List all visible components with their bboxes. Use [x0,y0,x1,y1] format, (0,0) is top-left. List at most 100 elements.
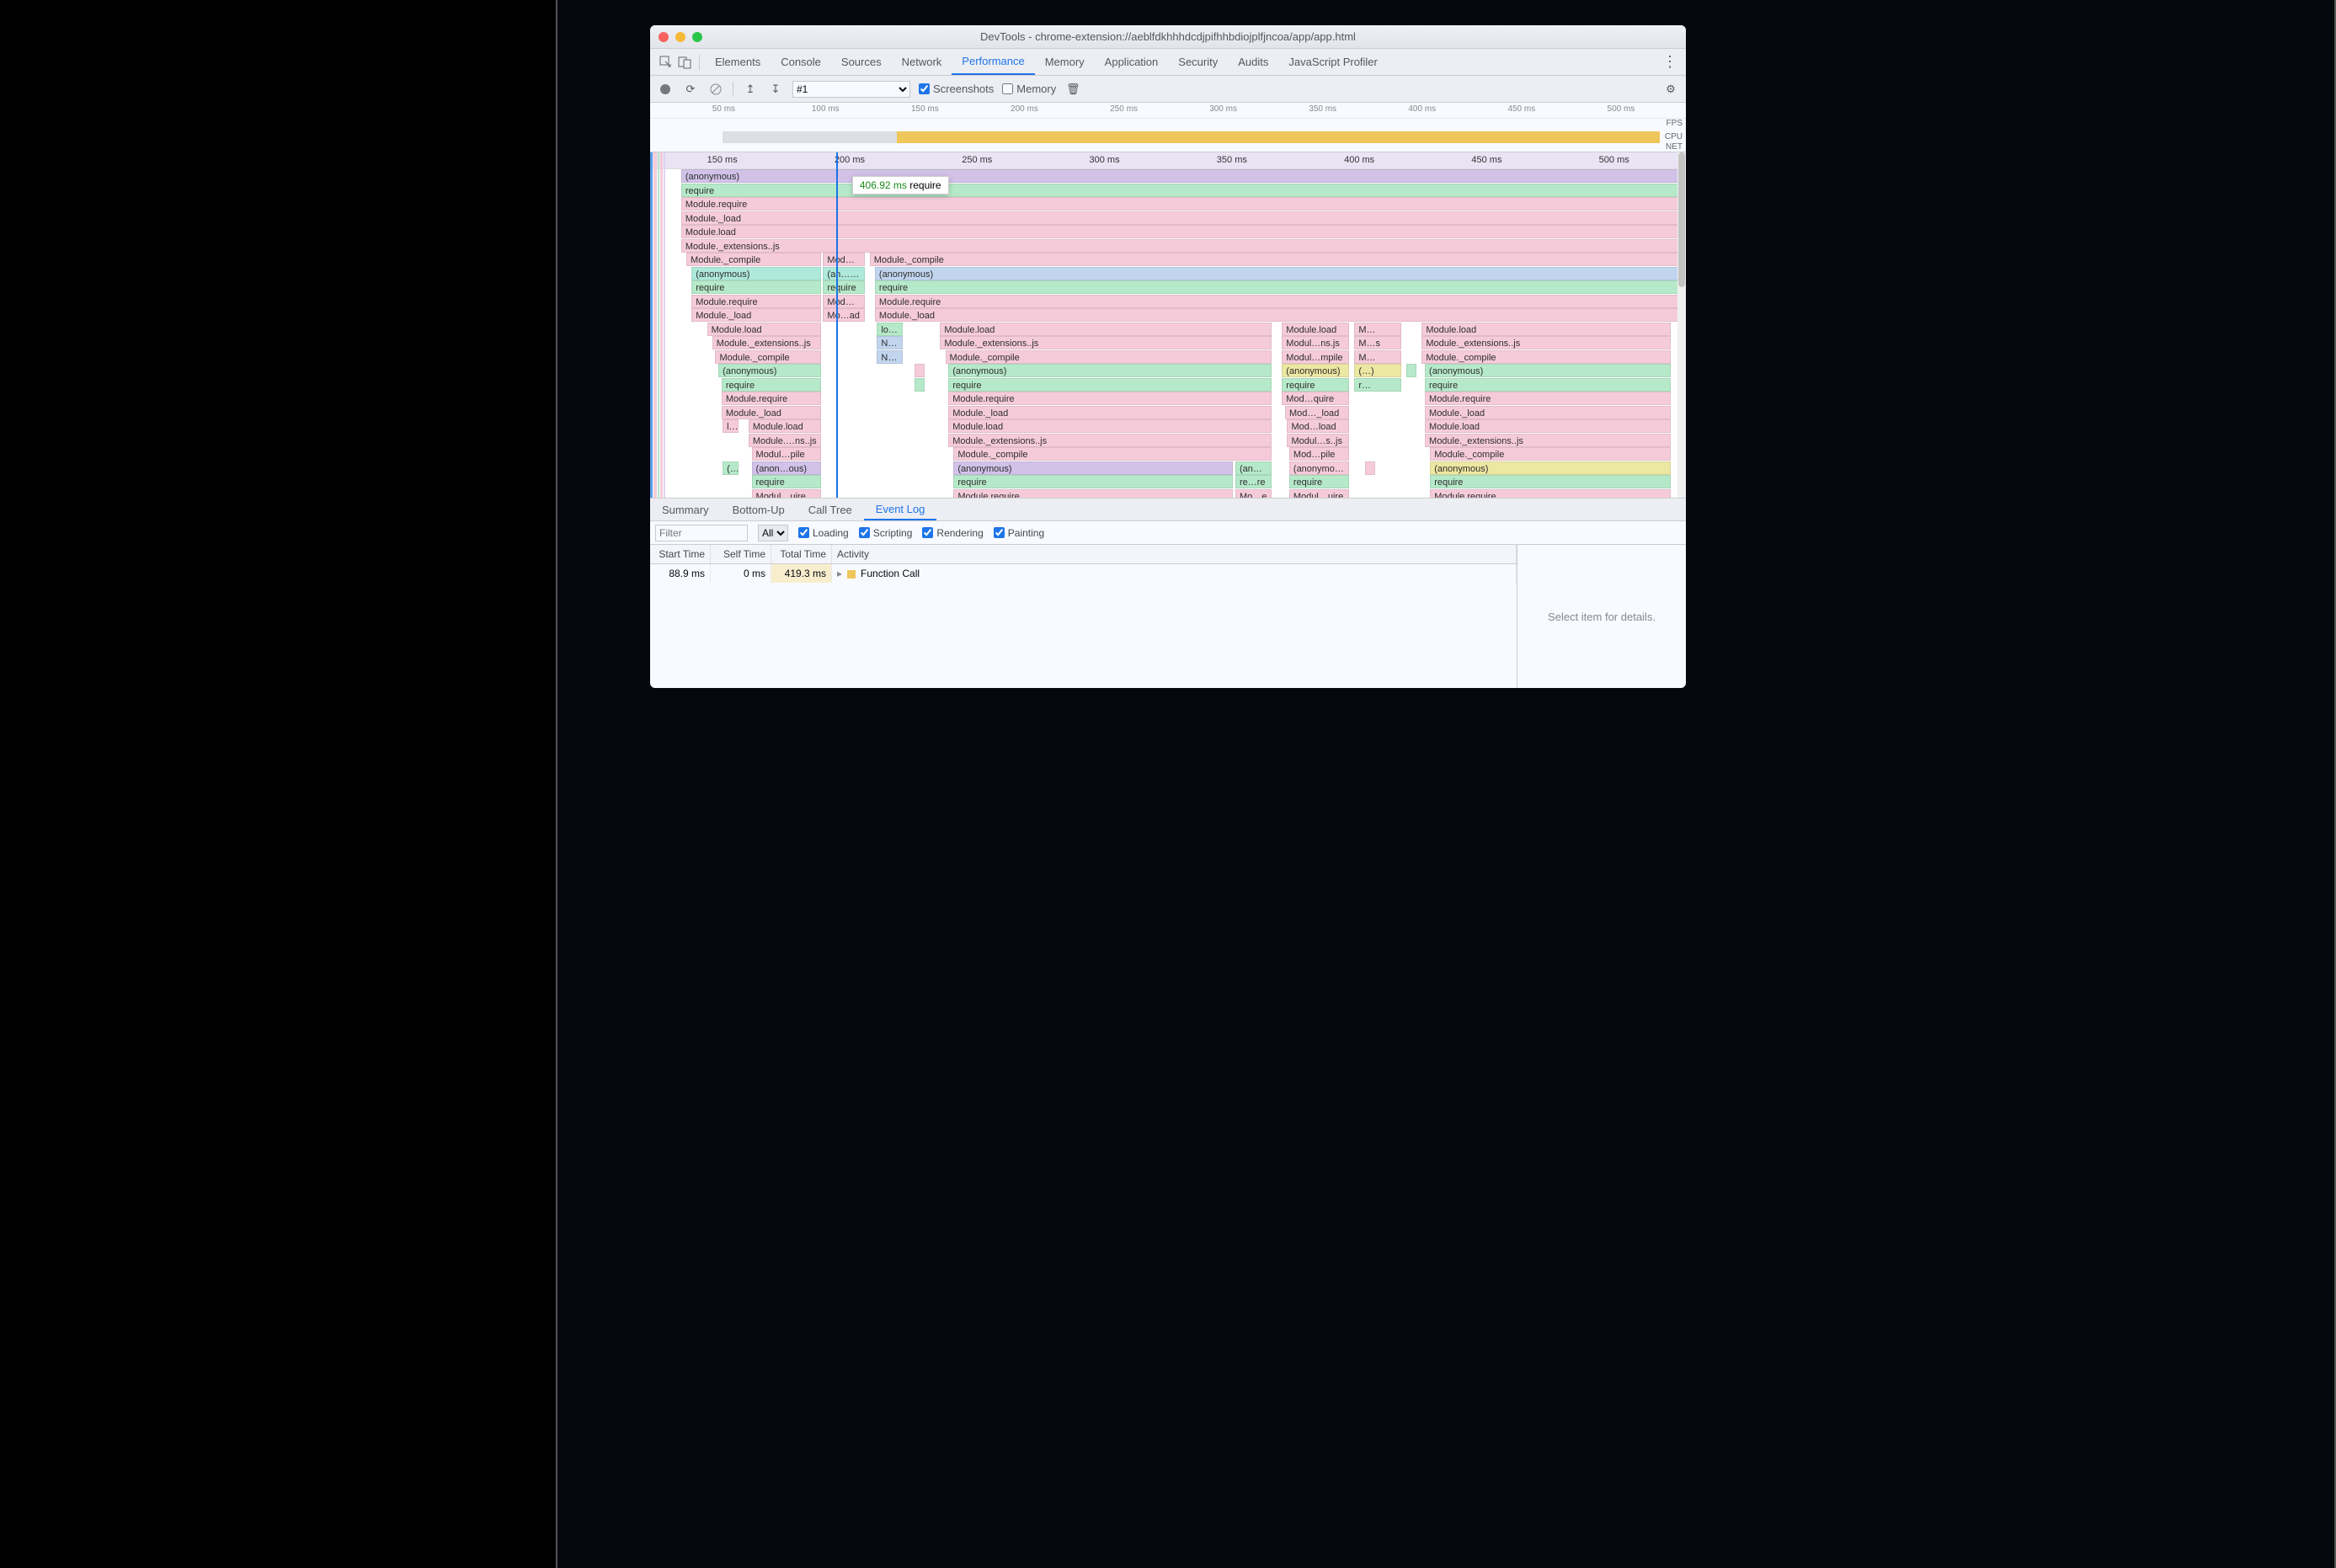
flame-block[interactable]: Mod…load [1287,419,1349,433]
flame-block[interactable]: l… [723,419,738,433]
scripting-checkbox[interactable]: Scripting [859,527,913,539]
flame-block[interactable]: Module.load [1282,323,1349,336]
flame-block[interactable]: (anonymous) [681,169,1686,183]
flame-block[interactable]: Module.require [948,392,1272,405]
flame-block[interactable]: Modul…ns.js [1282,336,1349,349]
flame-block[interactable]: Module._load [1425,406,1671,419]
flame-block[interactable]: (… [723,461,738,475]
table-row[interactable]: 88.9 ms 0 ms 419.3 ms ▸Function Call [650,564,1517,583]
flame-block[interactable]: require [1282,378,1349,392]
flame-block[interactable]: Module._compile [1430,447,1670,461]
flame-block[interactable]: Module._extensions..js [948,434,1272,447]
flame-block[interactable]: require [1430,475,1670,488]
tab-memory[interactable]: Memory [1035,49,1095,75]
flame-block[interactable]: Module.require [1425,392,1671,405]
flame-block[interactable]: Module._extensions..js [1425,434,1671,447]
scope-select[interactable]: All [758,525,788,541]
flame-block[interactable]: Module._extensions..js [1421,336,1670,349]
bottom-tab-call-tree[interactable]: Call Tree [797,499,864,520]
flame-chart[interactable]: 150 ms200 ms250 ms300 ms350 ms400 ms450 … [650,152,1686,498]
flame-block[interactable]: Mod…pile [1289,447,1349,461]
flame-block[interactable]: Modul…s..js [1287,434,1349,447]
flame-block[interactable]: Module.load [1425,419,1671,433]
flame-block[interactable]: (anonymous) [718,364,821,377]
timeline-overview[interactable]: 50 ms100 ms150 ms200 ms250 ms300 ms350 m… [650,103,1686,152]
window-titlebar[interactable]: DevTools - chrome-extension://aeblfdkhhh… [650,25,1686,49]
rendering-checkbox[interactable]: Rendering [922,527,983,539]
flame-block[interactable]: Module._compile [686,253,821,266]
flame-block[interactable]: Module._load [681,211,1686,225]
flame-block[interactable]: Module.load [1421,323,1670,336]
flame-block[interactable]: Module.require [1430,489,1670,499]
flame-block[interactable]: require [875,280,1686,294]
flame-block[interactable]: re…re [1235,475,1272,488]
tab-application[interactable]: Application [1095,49,1169,75]
overview-ruler[interactable]: 50 ms100 ms150 ms200 ms250 ms300 ms350 m… [650,103,1686,118]
loading-checkbox[interactable]: Loading [798,527,849,539]
flame-block[interactable]: Modul…uire [1289,489,1349,499]
flame-block[interactable]: Module._compile [1421,350,1670,364]
save-profile-button[interactable]: ↧ [767,81,784,98]
flame-block[interactable]: (an…s) [1235,461,1272,475]
clear-button[interactable] [707,81,724,98]
flame-block[interactable]: require [722,378,821,392]
flame-block[interactable]: Module.load [681,225,1686,238]
flame-block[interactable] [915,378,925,392]
device-icon[interactable] [675,53,694,72]
flame-block[interactable]: M… [1354,323,1400,336]
flame-block[interactable]: N…e [877,350,903,364]
tab-console[interactable]: Console [771,49,831,75]
flame-block[interactable]: require [1289,475,1349,488]
flame-block[interactable]: lo…e [877,323,903,336]
flame-block[interactable]: Module._load [948,406,1272,419]
flame-block[interactable] [1365,461,1375,475]
flame-block[interactable] [915,364,925,377]
record-button[interactable] [657,81,674,98]
flame-block[interactable]: (anonymous) [1425,364,1671,377]
flame-block[interactable]: (an…us) [823,267,864,280]
flame-block[interactable]: (anonymous) [875,267,1686,280]
tab-elements[interactable]: Elements [705,49,771,75]
tab-audits[interactable]: Audits [1228,49,1278,75]
zoom-icon[interactable] [692,32,702,42]
flame-block[interactable]: Mo…ad [823,308,864,322]
flame-block[interactable]: Module._compile [946,350,1272,364]
gear-icon[interactable]: ⚙ [1662,81,1679,98]
trash-icon[interactable]: 🗑︎ [1064,81,1081,98]
tab-javascript-profiler[interactable]: JavaScript Profiler [1278,49,1387,75]
close-icon[interactable] [659,32,669,42]
flame-block[interactable]: Module.…ns..js [749,434,821,447]
flame-block[interactable]: (anonymous) [948,364,1272,377]
flame-block[interactable]: (anonymous) [1282,364,1349,377]
flame-block[interactable]: require [1425,378,1671,392]
flame-block[interactable]: Modul…pile [752,447,821,461]
flame-block[interactable]: require [948,378,1272,392]
tab-security[interactable]: Security [1168,49,1228,75]
reload-button[interactable]: ⟳ [682,81,699,98]
flame-block[interactable]: (anonymous) [691,267,821,280]
memory-checkbox[interactable]: Memory [1002,83,1056,95]
bottom-tab-summary[interactable]: Summary [650,499,721,520]
filter-input[interactable] [655,525,748,541]
flame-block[interactable]: Mod…ile [823,253,864,266]
flame-block[interactable]: (…) [1354,364,1400,377]
flame-block[interactable]: require [752,475,821,488]
flame-block[interactable]: (anonymous) [1289,461,1349,475]
bottom-tab-bottom-up[interactable]: Bottom-Up [721,499,797,520]
load-profile-button[interactable]: ↥ [742,81,759,98]
flame-block[interactable]: Module._extensions..js [681,239,1686,253]
recording-select[interactable]: #1 [792,81,910,98]
flame-block[interactable]: require [953,475,1233,488]
flame-block[interactable]: Module._load [691,308,821,322]
flame-block[interactable]: Module.load [940,323,1272,336]
flame-block[interactable]: Module.require [681,197,1686,211]
flame-block[interactable]: require [823,280,864,294]
screenshots-checkbox[interactable]: Screenshots [919,83,994,95]
flame-block[interactable]: (anonymous) [1430,461,1670,475]
inspect-icon[interactable] [657,53,675,72]
flame-block[interactable]: Module._load [722,406,821,419]
painting-checkbox[interactable]: Painting [994,527,1044,539]
flame-block[interactable]: Module.load [749,419,821,433]
flame-block[interactable]: Na…r [877,336,903,349]
flame-ruler[interactable]: 150 ms200 ms250 ms300 ms350 ms400 ms450 … [650,152,1686,169]
